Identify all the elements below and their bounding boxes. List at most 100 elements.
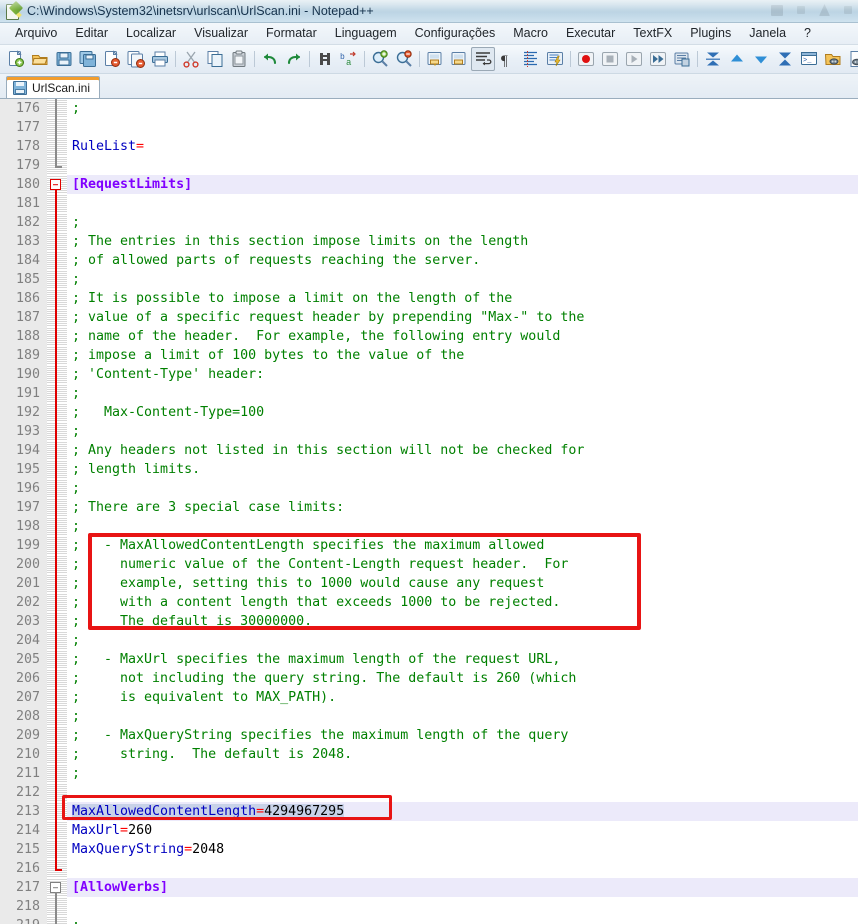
editor-line[interactable]: 181 <box>0 194 858 213</box>
editor-line[interactable]: 193; <box>0 422 858 441</box>
text-editor-area[interactable]: 176;177178RuleList=179180[RequestLimits]… <box>0 99 858 924</box>
fold-margin-cell[interactable] <box>47 574 67 593</box>
close-file-icon[interactable] <box>100 47 124 71</box>
editor-line[interactable]: 180[RequestLimits] <box>0 175 858 194</box>
menu-item-localizar[interactable]: Localizar <box>117 24 185 43</box>
fold-margin-cell[interactable] <box>47 859 67 878</box>
menu-item-arquivo[interactable]: Arquivo <box>6 24 66 43</box>
fold-margin-cell[interactable] <box>47 536 67 555</box>
menu-item-executar[interactable]: Executar <box>557 24 624 43</box>
fold-margin-cell[interactable] <box>47 498 67 517</box>
run-macro-multiple-times-icon[interactable] <box>646 47 670 71</box>
fold-margin-cell[interactable] <box>47 802 67 821</box>
editor-line[interactable]: 211; <box>0 764 858 783</box>
run-console-icon[interactable]: >_ <box>797 47 821 71</box>
editor-line[interactable]: 212 <box>0 783 858 802</box>
replace-icon[interactable]: ba <box>337 47 361 71</box>
fold-margin-cell[interactable] <box>47 840 67 859</box>
collapse-all-icon[interactable] <box>701 47 725 71</box>
fold-margin-cell[interactable] <box>47 821 67 840</box>
paste-icon[interactable] <box>227 47 251 71</box>
fold-margin-cell[interactable] <box>47 384 67 403</box>
fold-margin-cell[interactable] <box>47 726 67 745</box>
cut-icon[interactable] <box>179 47 203 71</box>
fold-margin-cell[interactable] <box>47 916 67 924</box>
fold-margin-cell[interactable] <box>47 897 67 916</box>
stop-recording-icon[interactable] <box>598 47 622 71</box>
zoom-out-icon[interactable] <box>392 47 416 71</box>
editor-line[interactable]: 188; name of the header. For example, th… <box>0 327 858 346</box>
redo-icon[interactable] <box>282 47 306 71</box>
user-defined-dialog-icon[interactable] <box>543 47 567 71</box>
editor-line[interactable]: 207; is equivalent to MAX_PATH). <box>0 688 858 707</box>
fold-margin-cell[interactable] <box>47 707 67 726</box>
editor-line[interactable]: 199; - MaxAllowedContentLength specifies… <box>0 536 858 555</box>
fold-margin-cell[interactable] <box>47 118 67 137</box>
menu-item-macro[interactable]: Macro <box>504 24 557 43</box>
fold-margin-cell[interactable] <box>47 327 67 346</box>
editor-line[interactable]: 214MaxUrl=260 <box>0 821 858 840</box>
fold-margin-cell[interactable] <box>47 175 67 194</box>
fold-margin-cell[interactable] <box>47 137 67 156</box>
word-wrap-icon[interactable] <box>471 47 495 71</box>
fold-margin-cell[interactable] <box>47 460 67 479</box>
fold-margin-cell[interactable] <box>47 403 67 422</box>
expand-level-icon[interactable] <box>749 47 773 71</box>
editor-line[interactable]: 179 <box>0 156 858 175</box>
fold-margin-cell[interactable] <box>47 764 67 783</box>
menu-item-linguagem[interactable]: Linguagem <box>326 24 406 43</box>
save-macro-icon[interactable] <box>670 47 694 71</box>
editor-line[interactable]: 208; <box>0 707 858 726</box>
fold-margin-cell[interactable] <box>47 479 67 498</box>
play-macro-icon[interactable] <box>622 47 646 71</box>
fold-margin-cell[interactable] <box>47 745 67 764</box>
fold-margin-cell[interactable] <box>47 346 67 365</box>
menu-item-visualizar[interactable]: Visualizar <box>185 24 257 43</box>
fold-margin-cell[interactable] <box>47 99 67 118</box>
editor-line[interactable]: 205; - MaxUrl specifies the maximum leng… <box>0 650 858 669</box>
fold-margin-cell[interactable] <box>47 194 67 213</box>
editor-line[interactable]: 215MaxQueryString=2048 <box>0 840 858 859</box>
editor-line[interactable]: 202; with a content length that exceeds … <box>0 593 858 612</box>
record-macro-icon[interactable] <box>574 47 598 71</box>
fold-margin-cell[interactable] <box>47 669 67 688</box>
save-icon[interactable] <box>52 47 76 71</box>
expand-all-icon[interactable] <box>773 47 797 71</box>
editor-line[interactable]: 190; 'Content-Type' header: <box>0 365 858 384</box>
editor-line[interactable]: 213MaxAllowedContentLength=4294967295 <box>0 802 858 821</box>
editor-line[interactable]: 200; numeric value of the Content-Length… <box>0 555 858 574</box>
editor-line[interactable]: 206; not including the query string. The… <box>0 669 858 688</box>
close-all-files-icon[interactable] <box>124 47 148 71</box>
editor-line[interactable]: 196; <box>0 479 858 498</box>
editor-line[interactable]: 184; of allowed parts of requests reachi… <box>0 251 858 270</box>
menu-item-help[interactable]: ? <box>795 24 820 43</box>
fold-margin-cell[interactable] <box>47 289 67 308</box>
fold-margin-cell[interactable] <box>47 555 67 574</box>
editor-line[interactable]: 216 <box>0 859 858 878</box>
new-file-icon[interactable] <box>4 47 28 71</box>
fold-margin-cell[interactable] <box>47 441 67 460</box>
fold-margin-cell[interactable] <box>47 213 67 232</box>
editor-line[interactable]: 192; Max-Content-Type=100 <box>0 403 858 422</box>
tab-urlscan-ini[interactable]: UrlScan.ini <box>6 76 100 98</box>
menu-item-plugins[interactable]: Plugins <box>681 24 740 43</box>
menu-item-janela[interactable]: Janela <box>740 24 795 43</box>
editor-line[interactable]: 176; <box>0 99 858 118</box>
menu-item-configuracoes[interactable]: Configurações <box>406 24 505 43</box>
open-folder-explorer-icon[interactable] <box>821 47 845 71</box>
editor-line[interactable]: 204; <box>0 631 858 650</box>
editor-line[interactable]: 197; There are 3 special case limits: <box>0 498 858 517</box>
sync-vertical-scroll-icon[interactable] <box>423 47 447 71</box>
zoom-in-icon[interactable] <box>368 47 392 71</box>
fold-margin-cell[interactable] <box>47 650 67 669</box>
editor-line[interactable]: 209; - MaxQueryString specifies the maxi… <box>0 726 858 745</box>
editor-line[interactable]: 186; It is possible to impose a limit on… <box>0 289 858 308</box>
undo-icon[interactable] <box>258 47 282 71</box>
sync-horizontal-scroll-icon[interactable] <box>447 47 471 71</box>
collapse-level-icon[interactable] <box>725 47 749 71</box>
fold-margin-cell[interactable] <box>47 612 67 631</box>
editor-line[interactable]: 219; <box>0 916 858 924</box>
menu-item-formatar[interactable]: Formatar <box>257 24 326 43</box>
fold-margin-cell[interactable] <box>47 593 67 612</box>
editor-line[interactable]: 198; <box>0 517 858 536</box>
